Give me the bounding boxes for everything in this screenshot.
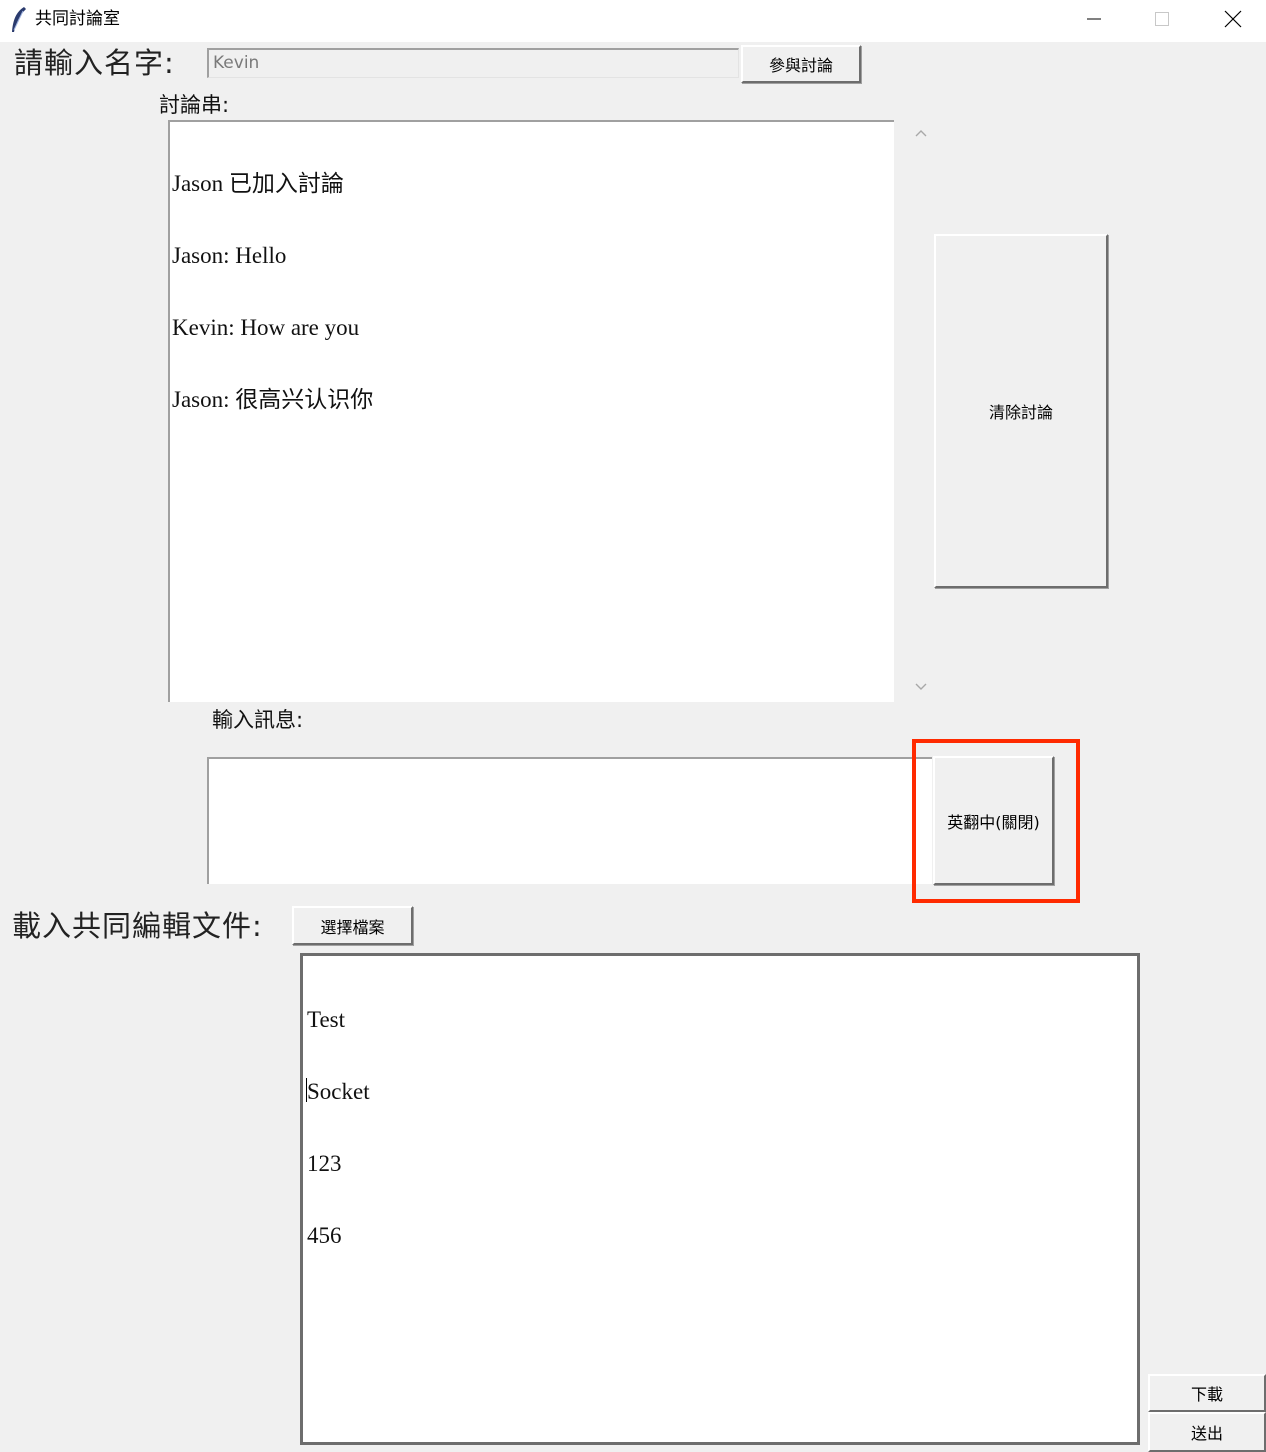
- name-input[interactable]: Kevin: [207, 48, 739, 78]
- minimize-icon: [1087, 18, 1101, 20]
- close-icon: [1224, 10, 1242, 28]
- document-line: 123: [307, 1151, 342, 1176]
- clear-discussion-button[interactable]: 清除討論: [934, 234, 1108, 588]
- chat-line: Jason: 很高兴认识你: [172, 387, 374, 412]
- chat-thread[interactable]: Jason 已加入討論 Jason: Hello Kevin: How are …: [168, 120, 894, 702]
- chat-line: Jason 已加入討論: [172, 171, 344, 196]
- maximize-button[interactable]: [1127, 0, 1197, 38]
- chat-line: Kevin: How are you: [172, 315, 360, 340]
- feather-icon: [12, 7, 26, 32]
- document-line: Test: [307, 1007, 345, 1032]
- maximize-icon: [1155, 12, 1169, 26]
- text-caret: [306, 1078, 307, 1102]
- document-line: [307, 1296, 1133, 1320]
- name-label: 請輸入名字:: [14, 46, 175, 80]
- window-title: 共同討論室: [35, 9, 120, 29]
- shared-document-editor[interactable]: Test Socket 123 456: [300, 953, 1140, 1445]
- send-button[interactable]: 送出: [1148, 1412, 1266, 1452]
- minimize-button[interactable]: [1059, 0, 1129, 38]
- chevron-down-icon[interactable]: [915, 682, 927, 692]
- chat-line: Jason: Hello: [172, 243, 287, 268]
- chat-label: 討論串:: [159, 93, 230, 117]
- document-label: 載入共同編輯文件:: [12, 909, 263, 943]
- document-line: 456: [307, 1223, 342, 1248]
- highlight-box: [912, 739, 1080, 903]
- document-line: Socket: [307, 1079, 370, 1104]
- message-label: 輸入訊息:: [212, 708, 304, 732]
- chat-scrollbar[interactable]: [907, 120, 937, 702]
- join-discussion-button[interactable]: 參與討論: [741, 45, 861, 83]
- chevron-up-icon[interactable]: [915, 128, 927, 138]
- choose-file-button[interactable]: 選擇檔案: [292, 906, 413, 945]
- download-button[interactable]: 下載: [1148, 1374, 1266, 1412]
- close-button[interactable]: [1198, 0, 1266, 38]
- message-input[interactable]: [207, 757, 932, 884]
